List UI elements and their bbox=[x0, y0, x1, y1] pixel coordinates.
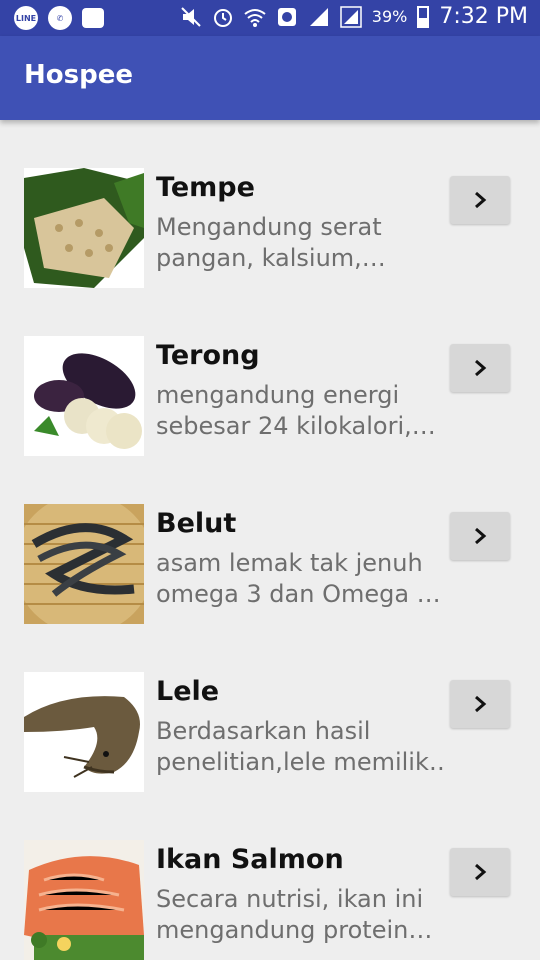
item-name: Tempe bbox=[156, 172, 255, 203]
list-item-lele[interactable]: Lele Berdasarkan hasil penelitian,lele m… bbox=[0, 624, 540, 792]
list-item-terong[interactable]: Terong mengandung energi sebesar 24 kilo… bbox=[0, 288, 540, 456]
system-icons: 39% 7:32 PM bbox=[180, 4, 528, 29]
signal-icon-2 bbox=[340, 5, 362, 28]
battery-percent: 39% bbox=[371, 7, 408, 26]
chevron-right-icon bbox=[475, 527, 487, 545]
chevron-right-icon bbox=[475, 863, 487, 881]
signal-icon bbox=[309, 7, 328, 26]
item-description: mengandung energi sebesar 24 kilokalori,… bbox=[156, 381, 436, 440]
open-detail-button[interactable] bbox=[450, 848, 510, 896]
alarm-icon bbox=[213, 8, 232, 27]
list-item-tempe[interactable]: Tempe Mengandung serat pangan, kalsium,… bbox=[0, 120, 540, 288]
chevron-right-icon bbox=[475, 359, 487, 377]
status-bar: LINE ✆ 39% 7:32 PM bbox=[0, 0, 540, 36]
item-description: asam lemak tak jenuh omega 3 dan Omega … bbox=[156, 549, 441, 608]
ikan-salmon-image bbox=[24, 840, 144, 960]
whatsapp-icon: ✆ bbox=[48, 6, 72, 30]
chevron-right-icon bbox=[475, 695, 487, 713]
item-description: Secara nutrisi, ikan ini mengandung prot… bbox=[156, 885, 433, 944]
open-detail-button[interactable] bbox=[450, 344, 510, 392]
item-description: Berdasarkan hasil penelitian,lele memili… bbox=[156, 717, 446, 776]
app-bar: Hospee bbox=[0, 36, 540, 120]
notification-icons: LINE ✆ bbox=[14, 6, 104, 30]
list-item-belut[interactable]: Belut asam lemak tak jenuh omega 3 dan O… bbox=[0, 456, 540, 624]
tempe-image bbox=[24, 168, 144, 288]
open-detail-button[interactable] bbox=[450, 176, 510, 224]
item-name: Ikan Salmon bbox=[156, 844, 344, 875]
mute-icon bbox=[181, 6, 201, 27]
belut-image bbox=[24, 504, 144, 624]
data-saver-icon bbox=[277, 7, 296, 26]
line-icon: LINE bbox=[14, 6, 38, 30]
item-name: Lele bbox=[156, 676, 220, 707]
app-title: Hospee bbox=[24, 60, 133, 90]
open-detail-button[interactable] bbox=[450, 512, 510, 560]
item-name: Belut bbox=[156, 508, 237, 539]
open-detail-button[interactable] bbox=[450, 680, 510, 728]
terong-image bbox=[24, 336, 144, 456]
lele-image bbox=[24, 672, 144, 792]
clock: 7:32 PM bbox=[439, 4, 528, 29]
item-name: Terong bbox=[156, 340, 260, 371]
battery-icon bbox=[417, 5, 430, 28]
list-item-ikan-salmon[interactable]: Ikan Salmon Secara nutrisi, ikan ini men… bbox=[0, 792, 540, 960]
wifi-icon bbox=[244, 8, 266, 27]
item-description: Mengandung serat pangan, kalsium,… bbox=[156, 213, 386, 272]
bbm-icon bbox=[82, 8, 104, 28]
chevron-right-icon bbox=[475, 191, 487, 209]
